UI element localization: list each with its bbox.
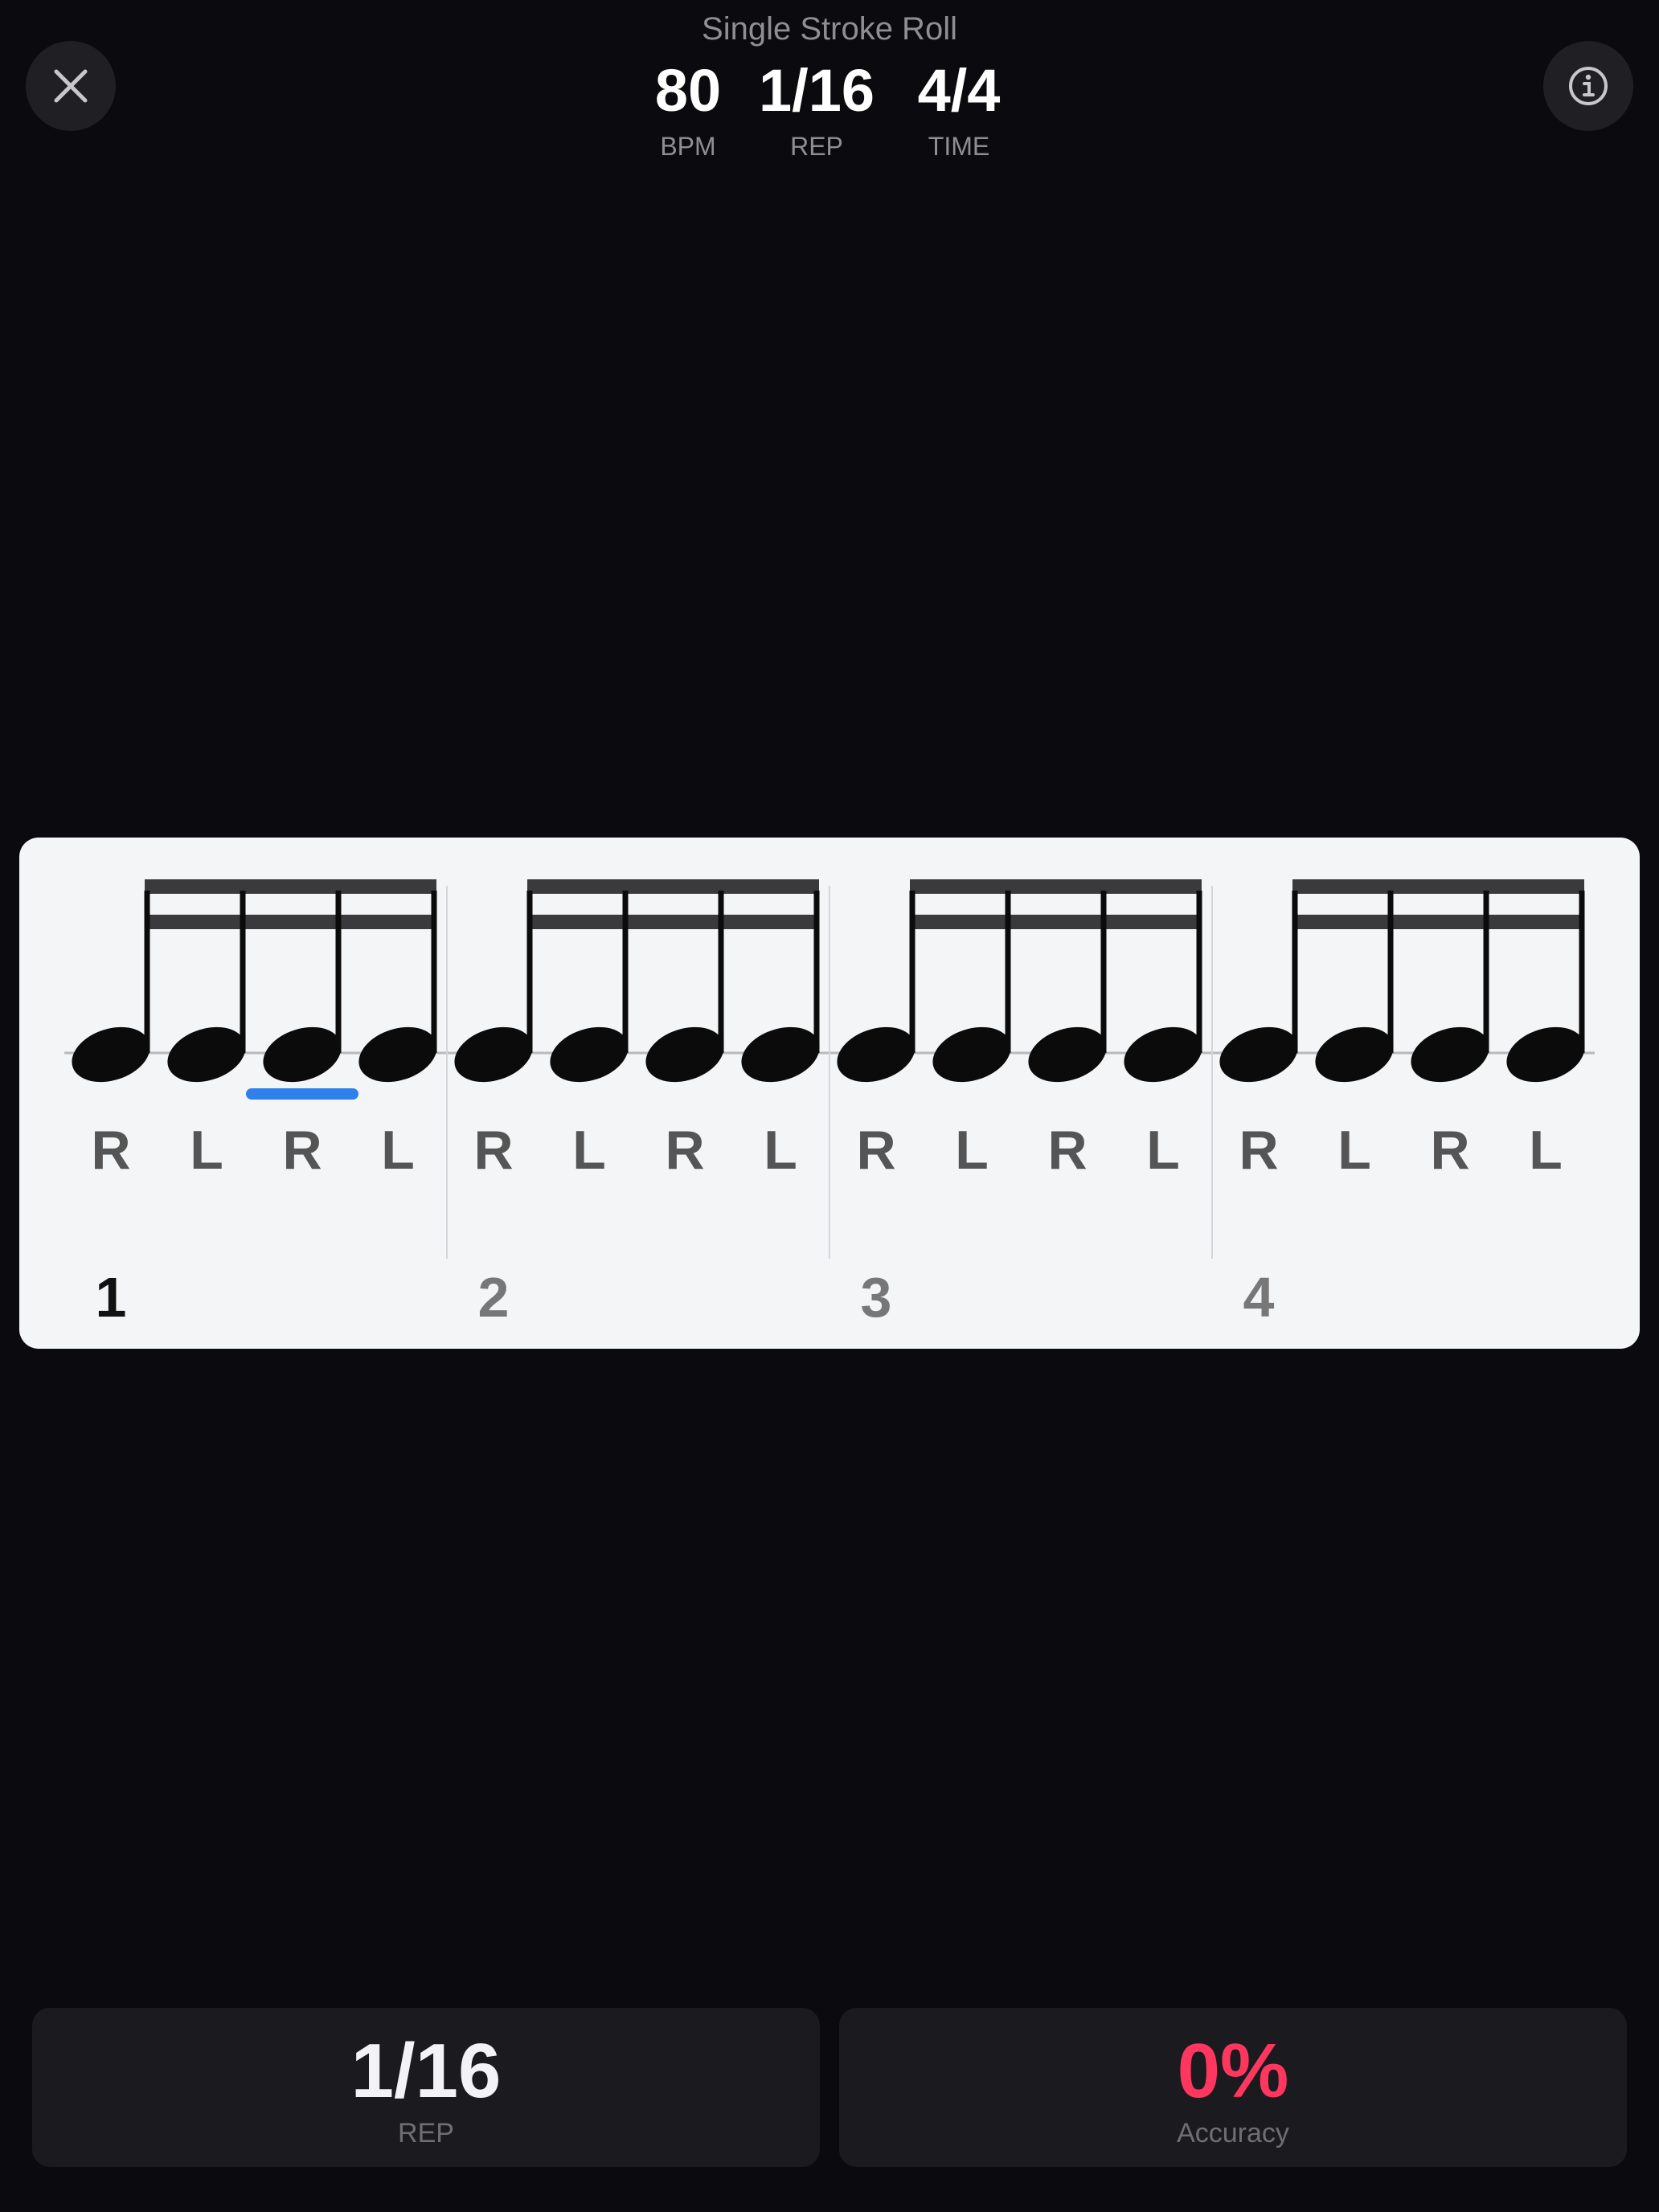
- sticking-label: L: [1529, 1120, 1563, 1181]
- note-head: [72, 1026, 150, 1083]
- notation-card: RLRL1RLRL2RLRL3RLRL4: [19, 838, 1640, 1349]
- bpm-label: BPM: [660, 132, 716, 161]
- sticking-label: R: [665, 1120, 704, 1181]
- rep-stat[interactable]: 1/16 REP: [749, 53, 884, 162]
- beam-secondary: [1292, 915, 1584, 929]
- rep-card-value: 1/16: [350, 2028, 502, 2114]
- accuracy-card: 0% Accuracy: [839, 2008, 1627, 2167]
- sticking-label: R: [91, 1120, 130, 1181]
- time-value: 4/4: [917, 57, 1001, 124]
- note-head: [550, 1026, 629, 1083]
- sticking-label: L: [381, 1120, 415, 1181]
- beam-primary: [910, 879, 1202, 894]
- note-head: [167, 1026, 246, 1083]
- beat-number: 1: [96, 1266, 127, 1329]
- beam-secondary: [527, 915, 819, 929]
- info-icon: [1569, 67, 1608, 105]
- sticking-label: R: [473, 1120, 513, 1181]
- rep-card: 1/16 REP: [32, 2008, 820, 2167]
- exercise-title: Single Stroke Roll: [702, 11, 957, 47]
- sticking-label: R: [282, 1120, 322, 1181]
- time-signature-stat[interactable]: 4/4 TIME: [899, 53, 1019, 162]
- bpm-value: 80: [654, 57, 722, 124]
- beam-primary: [1292, 879, 1584, 894]
- beat-number: 2: [478, 1266, 510, 1329]
- note-head: [1219, 1026, 1298, 1083]
- note-head: [645, 1026, 724, 1083]
- note-head: [1411, 1026, 1489, 1083]
- bpm-stat[interactable]: 80 BPM: [640, 53, 736, 162]
- note-head: [932, 1026, 1011, 1083]
- rep-label: REP: [790, 132, 843, 161]
- note-head: [837, 1026, 916, 1083]
- note-head: [1124, 1026, 1202, 1083]
- close-icon: [54, 69, 88, 103]
- beam-primary: [145, 879, 436, 894]
- note-head: [358, 1026, 437, 1083]
- beam-secondary: [145, 915, 436, 929]
- time-label: TIME: [928, 132, 990, 161]
- sticking-label: R: [1239, 1120, 1278, 1181]
- sticking-label: L: [955, 1120, 989, 1181]
- sticking-label: L: [1337, 1120, 1371, 1181]
- beam-secondary: [910, 915, 1202, 929]
- note-head: [263, 1026, 342, 1083]
- current-note-cursor: [246, 1088, 358, 1100]
- rep-card-label: REP: [398, 2118, 454, 2149]
- sticking-label: L: [190, 1120, 223, 1181]
- notation-staff: R L R L1R L R L2R L R L3R L R L4: [64, 879, 1595, 1329]
- sticking-label: L: [572, 1120, 606, 1181]
- note-head: [1506, 1026, 1585, 1083]
- note-head: [741, 1026, 820, 1083]
- note-head: [1315, 1026, 1394, 1083]
- sticking-label: R: [856, 1120, 895, 1181]
- sticking-label: L: [764, 1120, 797, 1181]
- accuracy-label: Accuracy: [1177, 2118, 1289, 2149]
- beam-primary: [527, 879, 819, 894]
- beat-number: 4: [1243, 1266, 1275, 1329]
- sticking-label: R: [1047, 1120, 1087, 1181]
- accuracy-value: 0%: [1177, 2028, 1289, 2114]
- info-button[interactable]: [1543, 41, 1633, 131]
- rep-value: 1/16: [758, 57, 875, 124]
- sticking-label: L: [1146, 1120, 1180, 1181]
- note-head: [454, 1026, 533, 1083]
- note-head: [1028, 1026, 1107, 1083]
- beat-number: 3: [861, 1266, 892, 1329]
- close-button[interactable]: [26, 41, 116, 131]
- sticking-label: R: [1430, 1120, 1469, 1181]
